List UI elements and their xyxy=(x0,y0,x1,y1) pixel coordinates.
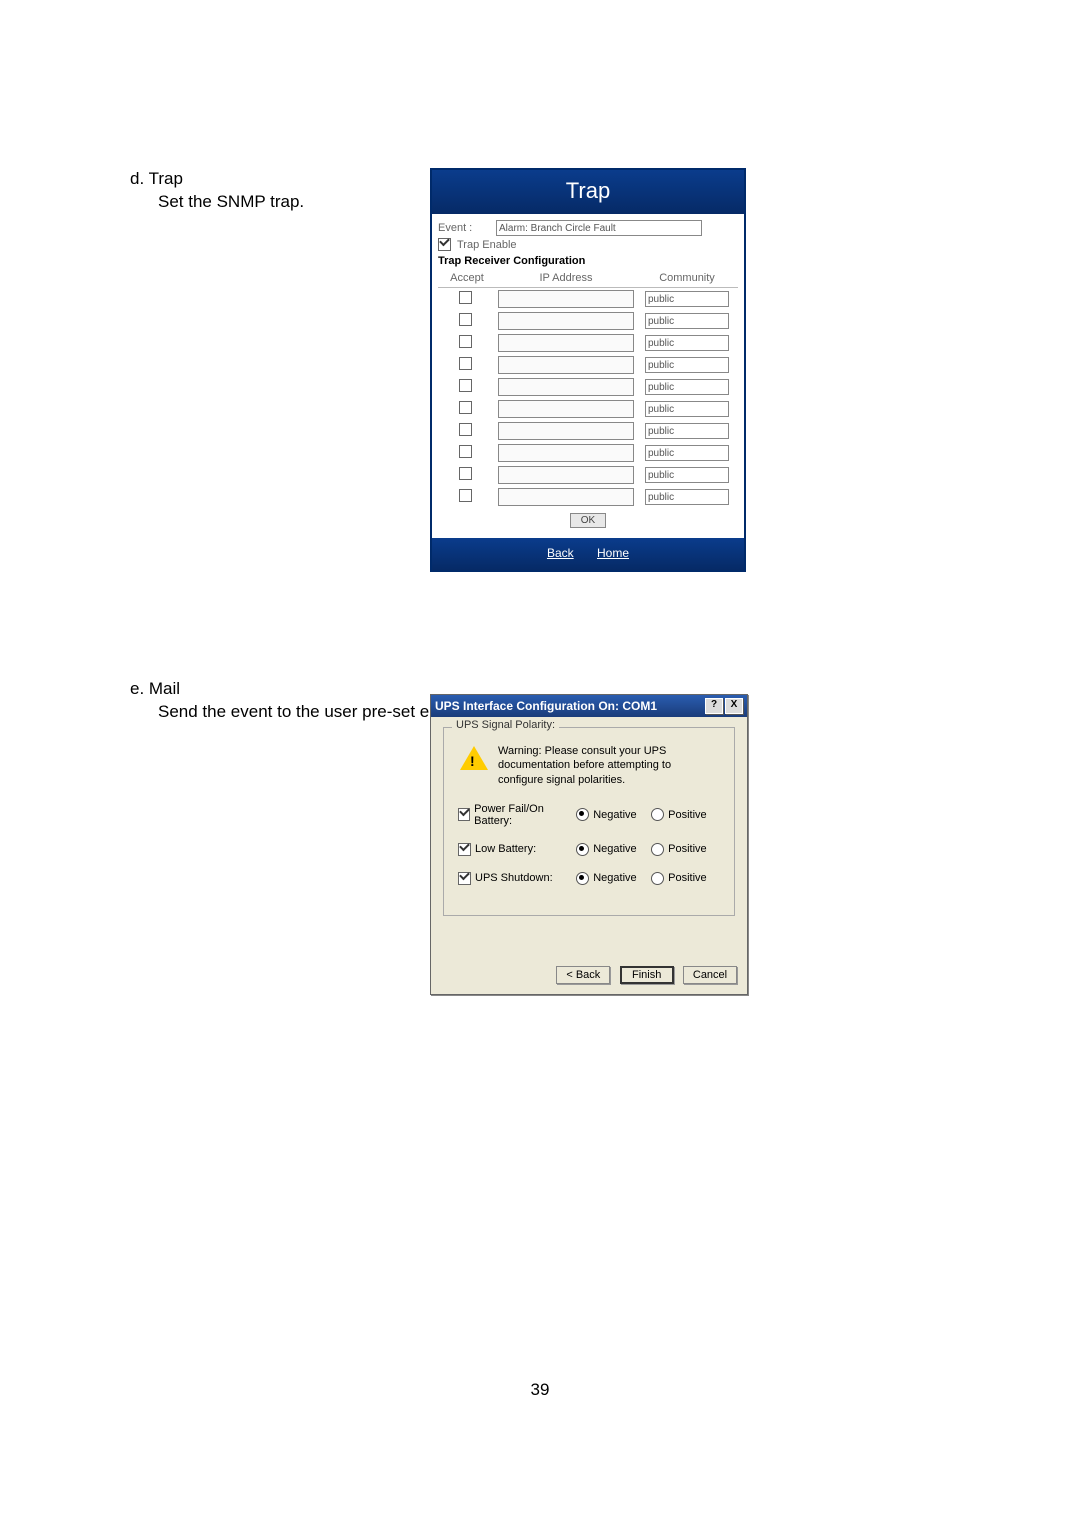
col-accept: Accept xyxy=(438,269,496,288)
community-input[interactable] xyxy=(645,489,729,505)
table-row xyxy=(438,442,738,464)
accept-checkbox[interactable] xyxy=(459,379,472,392)
section-d-desc: Set the SNMP trap. xyxy=(130,191,410,212)
accept-checkbox[interactable] xyxy=(459,357,472,370)
trap-title: Trap xyxy=(432,170,744,214)
low-battery-label: Low Battery: xyxy=(475,843,536,855)
table-row xyxy=(438,310,738,332)
ok-button[interactable]: OK xyxy=(570,513,606,528)
power-fail-negative-radio[interactable] xyxy=(576,808,589,821)
accept-checkbox[interactable] xyxy=(459,467,472,480)
table-row xyxy=(438,398,738,420)
low-battery-checkbox[interactable] xyxy=(458,843,471,856)
warning-text: Warning: Please consult your UPS documen… xyxy=(498,744,718,787)
table-row xyxy=(438,332,738,354)
table-row xyxy=(438,354,738,376)
ip-input[interactable] xyxy=(498,378,634,396)
table-row xyxy=(438,288,738,311)
accept-checkbox[interactable] xyxy=(459,445,472,458)
section-d-title: d. Trap xyxy=(130,168,410,189)
community-input[interactable] xyxy=(645,445,729,461)
back-link[interactable]: Back xyxy=(547,546,574,560)
col-ip: IP Address xyxy=(496,269,636,288)
table-row xyxy=(438,376,738,398)
ups-titlebar: UPS Interface Configuration On: COM1 ? X xyxy=(431,695,747,717)
back-button[interactable]: < Back xyxy=(556,966,610,984)
ups-shutdown-negative-radio[interactable] xyxy=(576,872,589,885)
community-input[interactable] xyxy=(645,401,729,417)
ip-input[interactable] xyxy=(498,488,634,506)
positive-label: Positive xyxy=(668,872,707,884)
power-fail-checkbox[interactable] xyxy=(458,808,470,821)
trap-enable-label: Trap Enable xyxy=(455,239,517,251)
event-input[interactable] xyxy=(496,220,702,236)
accept-checkbox[interactable] xyxy=(459,423,472,436)
power-fail-label: Power Fail/On Battery: xyxy=(474,803,576,827)
community-input[interactable] xyxy=(645,379,729,395)
positive-label: Positive xyxy=(668,843,707,855)
ip-input[interactable] xyxy=(498,400,634,418)
close-icon[interactable]: X xyxy=(725,698,743,714)
accept-checkbox[interactable] xyxy=(459,291,472,304)
ups-shutdown-label: UPS Shutdown: xyxy=(475,872,553,884)
power-fail-positive-radio[interactable] xyxy=(651,808,664,821)
accept-checkbox[interactable] xyxy=(459,335,472,348)
ups-shutdown-positive-radio[interactable] xyxy=(651,872,664,885)
ip-input[interactable] xyxy=(498,334,634,352)
ip-input[interactable] xyxy=(498,356,634,374)
community-input[interactable] xyxy=(645,313,729,329)
negative-label: Negative xyxy=(593,872,636,884)
trap-panel: Trap Event : Trap Enable Trap Receiver C… xyxy=(430,168,746,572)
trap-footer: Back Home xyxy=(432,538,744,570)
community-input[interactable] xyxy=(645,335,729,351)
page-number: 39 xyxy=(0,1380,1080,1400)
trap-receiver-config-header: Trap Receiver Configuration xyxy=(438,255,738,267)
help-icon[interactable]: ? xyxy=(705,698,723,714)
table-row xyxy=(438,464,738,486)
ip-input[interactable] xyxy=(498,312,634,330)
community-input[interactable] xyxy=(645,357,729,373)
cancel-button[interactable]: Cancel xyxy=(683,966,737,984)
signal-polarity-group: UPS Signal Polarity: Warning: Please con… xyxy=(443,727,735,916)
trap-receiver-table: Accept IP Address Community xyxy=(438,269,738,508)
accept-checkbox[interactable] xyxy=(459,489,472,502)
ip-input[interactable] xyxy=(498,444,634,462)
event-label: Event : xyxy=(438,222,496,234)
community-input[interactable] xyxy=(645,467,729,483)
community-input[interactable] xyxy=(645,291,729,307)
col-community: Community xyxy=(636,269,738,288)
positive-label: Positive xyxy=(668,809,707,821)
home-link[interactable]: Home xyxy=(597,546,629,560)
signal-row: UPS Shutdown: Negative Positive xyxy=(458,872,726,885)
signal-polarity-legend: UPS Signal Polarity: xyxy=(452,719,559,731)
table-row xyxy=(438,420,738,442)
signal-row: Low Battery: Negative Positive xyxy=(458,843,726,856)
ups-dialog: UPS Interface Configuration On: COM1 ? X… xyxy=(430,694,748,995)
accept-checkbox[interactable] xyxy=(459,313,472,326)
ip-input[interactable] xyxy=(498,466,634,484)
ups-shutdown-checkbox[interactable] xyxy=(458,872,471,885)
negative-label: Negative xyxy=(593,843,636,855)
trap-enable-checkbox[interactable] xyxy=(438,238,451,251)
signal-row: Power Fail/On Battery: Negative Positive xyxy=(458,803,726,827)
community-input[interactable] xyxy=(645,423,729,439)
table-row xyxy=(438,486,738,508)
accept-checkbox[interactable] xyxy=(459,401,472,414)
warning-icon xyxy=(460,746,488,770)
ip-input[interactable] xyxy=(498,290,634,308)
ip-input[interactable] xyxy=(498,422,634,440)
finish-button[interactable]: Finish xyxy=(620,966,674,984)
low-battery-negative-radio[interactable] xyxy=(576,843,589,856)
low-battery-positive-radio[interactable] xyxy=(651,843,664,856)
ups-title: UPS Interface Configuration On: COM1 xyxy=(435,699,703,713)
negative-label: Negative xyxy=(593,809,636,821)
